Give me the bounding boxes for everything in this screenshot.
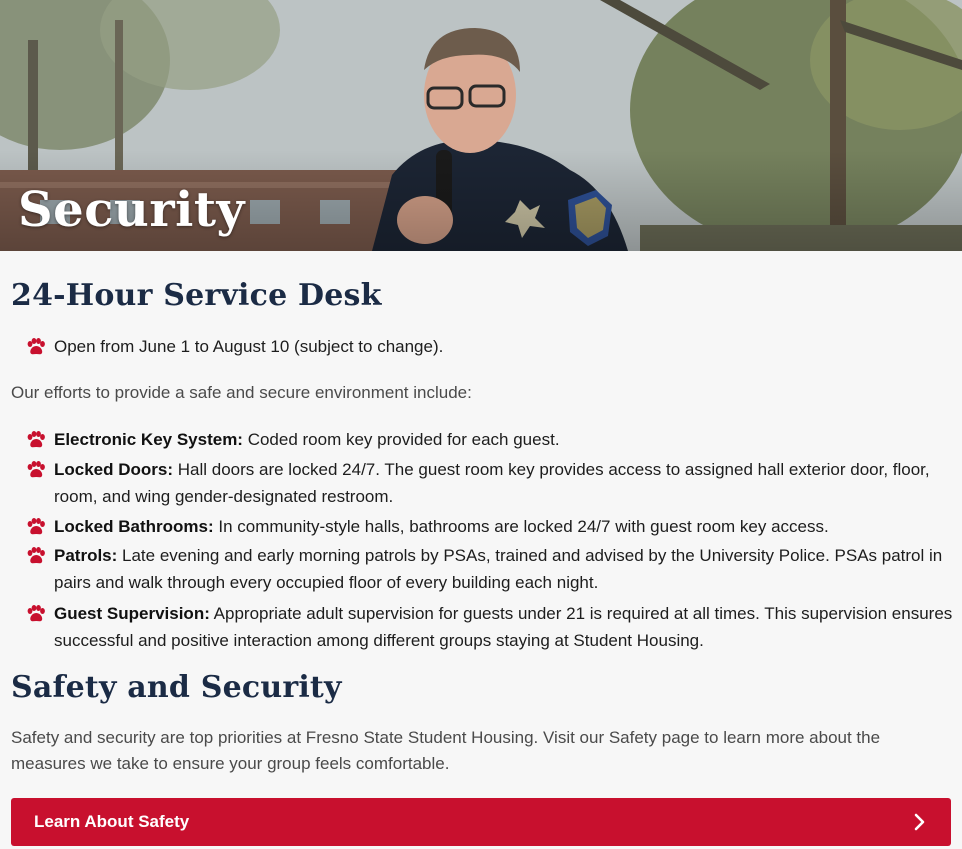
list-item: Electronic Key System: Coded room key pr… [26,426,956,453]
list-item-label: Guest Supervision: [54,604,210,623]
service-desk-heading: 24-Hour Service Desk [11,278,382,313]
list-item: Locked Bathrooms: In community-style hal… [26,513,956,540]
page-title: Security [18,182,245,238]
list-item: Patrols: Late evening and early morning … [26,542,956,596]
list-item: Open from June 1 to August 10 (subject t… [26,333,956,360]
learn-about-safety-button[interactable]: Learn About Safety [11,798,951,846]
list-item-text: In community-style halls, bathrooms are … [213,517,829,536]
chevron-right-icon [914,813,925,831]
list-item-text: Hall doors are locked 24/7. The guest ro… [54,460,930,506]
list-item-text: Coded room key provided for each guest. [242,430,560,449]
button-label: Learn About Safety [34,812,190,831]
safety-paragraph: Safety and security are top priorities a… [11,728,881,773]
list-item-label: Locked Doors: [54,460,174,479]
list-item-text: Late evening and early morning patrols b… [54,546,943,592]
paw-print-icon [27,547,45,564]
list-item-label: Locked Bathrooms: [54,517,214,536]
list-item-label: Patrols: [54,546,118,565]
safety-heading: Safety and Security [11,670,342,705]
paw-print-icon [27,431,45,448]
paw-print-icon [27,461,45,478]
list-item-label: Electronic Key System: [54,430,243,449]
list-item: Locked Doors: Hall doors are locked 24/7… [26,456,956,510]
paw-print-icon [27,518,45,535]
hero-banner: Security [0,0,962,251]
paw-print-icon [27,338,45,355]
efforts-intro: Our efforts to provide a safe and secure… [11,383,472,402]
list-item-text: Open from June 1 to August 10 (subject t… [54,337,444,356]
list-item: Guest Supervision: Appropriate adult sup… [26,600,956,654]
paw-print-icon [27,605,45,622]
